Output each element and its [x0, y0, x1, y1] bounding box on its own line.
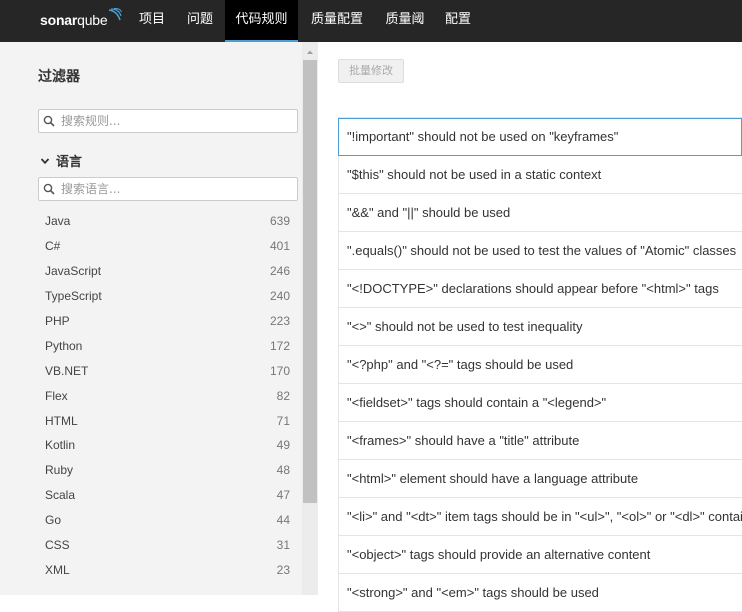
rules-list: "!important" should not be used on "keyf…	[338, 117, 742, 612]
nav-quality-profiles[interactable]: 质量配置	[304, 0, 370, 42]
rule-item[interactable]: ".equals()" should not be used to test t…	[338, 232, 742, 270]
rule-item[interactable]: "<fieldset>" tags should contain a "<leg…	[338, 384, 742, 422]
rule-item[interactable]: "$this" should not be used in a static c…	[338, 156, 742, 194]
language-item-javascript[interactable]: JavaScript 246	[38, 259, 298, 284]
language-search-box[interactable]	[38, 177, 298, 201]
logo-text-qube: qube	[77, 12, 108, 28]
language-count: 31	[276, 538, 290, 553]
language-count: 23	[276, 562, 290, 577]
language-item-java[interactable]: Java 639	[38, 209, 298, 234]
language-item-typescript[interactable]: TypeScript 240	[38, 284, 298, 309]
logo-text-sonar: sonar	[40, 12, 78, 28]
bulk-change-button[interactable]: 批量修改	[338, 59, 404, 83]
logo-waves-icon	[109, 8, 123, 21]
language-item-go[interactable]: Go 44	[38, 508, 298, 533]
language-count: 639	[269, 214, 290, 229]
nav-rules[interactable]: 代码规则	[225, 0, 298, 42]
top-navigation-bar: sonarqube 项目 问题 代码规则 质量配置 质量阈 配置	[0, 0, 742, 42]
rule-search-box[interactable]	[38, 109, 298, 133]
nav-projects[interactable]: 项目	[132, 0, 172, 42]
language-count: 71	[276, 413, 290, 428]
language-count: 223	[269, 314, 290, 328]
language-search-input[interactable]	[61, 182, 261, 196]
scroll-up-arrow-icon[interactable]	[302, 46, 318, 58]
language-item-csharp[interactable]: C# 401	[38, 234, 298, 259]
language-name: Kotlin	[45, 438, 76, 453]
language-item-html[interactable]: HTML 71	[38, 408, 298, 433]
language-name: C#	[45, 239, 61, 254]
language-item-php[interactable]: PHP 223	[38, 309, 298, 334]
language-item-python[interactable]: Python 172	[38, 333, 298, 358]
rule-item[interactable]: "<li>" and "<dt>" item tags should be in…	[338, 498, 742, 536]
rule-item[interactable]: "&&" and "||" should be used	[338, 194, 742, 232]
language-name: Java	[45, 214, 71, 229]
language-count: 170	[269, 363, 290, 378]
language-name: XML	[45, 562, 70, 577]
language-count: 48	[276, 463, 290, 478]
rule-item[interactable]: "<frames>" should have a "title" attribu…	[338, 422, 742, 460]
rule-item[interactable]: "!important" should not be used on "keyf…	[338, 118, 742, 156]
language-facet-header[interactable]: 语言	[40, 151, 82, 170]
language-count: 172	[269, 338, 290, 353]
filter-sidebar: 过滤器 语言 Java 639 C# 401 JavaScript 246 TypeS…	[0, 42, 318, 595]
language-item-css[interactable]: CSS 31	[38, 533, 298, 558]
rule-item[interactable]: "<html>" element should have a language …	[338, 460, 742, 498]
rule-search-input[interactable]	[61, 114, 261, 128]
language-name: CSS	[45, 538, 70, 553]
rule-item[interactable]: "<>" should not be used to test inequali…	[338, 308, 742, 346]
language-item-kotlin[interactable]: Kotlin 49	[38, 433, 298, 458]
filters-title: 过滤器	[38, 69, 80, 85]
language-name: TypeScript	[45, 289, 102, 304]
language-facet-title: 语言	[56, 155, 83, 170]
language-name: VB.NET	[45, 363, 89, 378]
language-item-xml[interactable]: XML 23	[38, 557, 298, 582]
nav-issues[interactable]: 问题	[180, 0, 220, 42]
search-icon	[43, 183, 55, 195]
language-name: PHP	[45, 314, 70, 328]
chevron-down-icon	[40, 157, 50, 164]
sidebar-scrollbar-thumb[interactable]	[303, 60, 317, 503]
language-item-flex[interactable]: Flex 82	[38, 383, 298, 408]
language-count: 240	[269, 289, 290, 304]
language-name: Flex	[45, 388, 68, 403]
nav-administration[interactable]: 配置	[440, 0, 476, 42]
language-list: Java 639 C# 401 JavaScript 246 TypeScript 24…	[38, 209, 298, 582]
language-item-ruby[interactable]: Ruby 48	[38, 458, 298, 483]
language-name: Ruby	[45, 463, 74, 478]
language-name: Go	[45, 513, 62, 528]
language-count: 401	[269, 239, 290, 254]
language-name: Scala	[45, 488, 76, 503]
language-count: 246	[269, 264, 290, 279]
rule-item[interactable]: "<strong>" and "<em>" tags should be use…	[338, 574, 742, 612]
language-count: 82	[276, 388, 290, 403]
language-item-scala[interactable]: Scala 47	[38, 483, 298, 508]
nav-quality-gates[interactable]: 质量阈	[378, 0, 432, 42]
language-count: 44	[276, 513, 290, 528]
language-count: 49	[276, 438, 290, 453]
language-count: 47	[276, 488, 290, 503]
rule-item[interactable]: "<?php" and "<?=" tags should be used	[338, 346, 742, 384]
rule-item[interactable]: "<object>" tags should provide an altern…	[338, 536, 742, 574]
logo-text: sonarqube	[40, 12, 108, 28]
rule-item[interactable]: "<!DOCTYPE>" declarations should appear …	[338, 270, 742, 308]
language-name: HTML	[45, 413, 78, 428]
language-name: Python	[45, 338, 83, 353]
sonarqube-logo[interactable]: sonarqube	[40, 8, 123, 32]
language-item-vbnet[interactable]: VB.NET 170	[38, 358, 298, 383]
language-name: JavaScript	[45, 264, 102, 279]
search-icon	[43, 115, 55, 127]
